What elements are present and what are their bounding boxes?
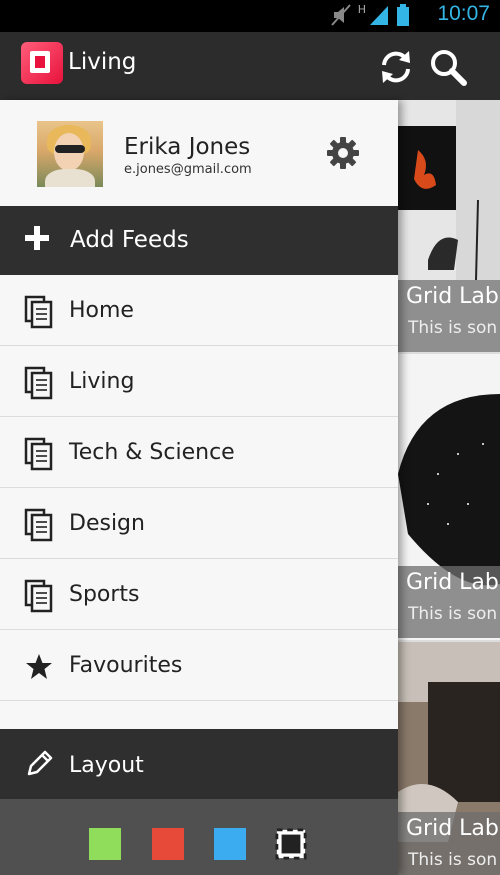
feed-card[interactable]: Grid Lab This is son [398, 354, 500, 640]
card-title: Grid Lab [406, 284, 499, 309]
plus-icon [25, 226, 49, 250]
drawer-item-design[interactable]: Design [0, 488, 398, 559]
feed-icon [24, 508, 53, 542]
feed-icon [24, 579, 53, 613]
swatch-green[interactable] [89, 828, 121, 860]
refresh-icon[interactable] [376, 47, 416, 87]
drawer-item-label: Home [69, 298, 134, 323]
drawer-item-label: Design [69, 511, 145, 536]
pencil-icon [27, 750, 53, 776]
feed-card[interactable]: Grid Lab This is son [398, 642, 500, 875]
card-subtitle: This is son [408, 318, 498, 338]
drawer-item-sports[interactable]: Sports [0, 559, 398, 630]
layout-label: Layout [69, 753, 144, 778]
profile-header[interactable]: Erika Jones e.jones@gmail.com [0, 100, 398, 206]
network-type-label: H [357, 3, 366, 16]
signal-icon [370, 6, 388, 25]
drawer-item-label: Tech & Science [69, 440, 235, 465]
profile-email: e.jones@gmail.com [124, 162, 252, 177]
navigation-drawer: Erika Jones e.jones@gmail.com Add Feeds [0, 100, 398, 875]
drawer-item-label: Sports [69, 582, 140, 607]
feed-list: Home Living Tech & Science Design Sports… [0, 275, 398, 701]
add-feeds-button[interactable]: Add Feeds [0, 206, 398, 275]
card-title: Grid Lab [406, 570, 499, 595]
app-bar: Living [0, 32, 500, 100]
drawer-item-favourites[interactable]: Favourites [0, 630, 398, 701]
battery-icon [397, 4, 409, 26]
feed-card[interactable]: Grid Lab This is son [398, 100, 500, 352]
drawer-item-home[interactable]: Home [0, 275, 398, 346]
card-subtitle: This is son [408, 604, 498, 624]
feed-icon [24, 366, 53, 400]
drawer-item-label: Favourites [69, 653, 183, 678]
search-icon[interactable] [428, 47, 468, 87]
feed-grid: Grid Lab This is son Grid Lab This is so… [398, 100, 500, 875]
star-icon [26, 654, 52, 679]
card-caption: Grid Lab This is son [398, 812, 500, 875]
gear-icon[interactable] [325, 135, 361, 171]
mute-icon [330, 4, 351, 26]
swatch-red[interactable] [152, 828, 184, 860]
profile-name: Erika Jones [124, 134, 251, 160]
card-caption: Grid Lab This is son [398, 566, 500, 638]
feed-icon [24, 295, 53, 329]
app-title: Living [68, 49, 137, 75]
feed-icon [24, 437, 53, 471]
card-caption: Grid Lab This is son [398, 280, 500, 352]
drawer-item-label: Living [69, 369, 135, 394]
drawer-item-tech-science[interactable]: Tech & Science [0, 417, 398, 488]
status-bar: H 10:07 [0, 0, 500, 32]
swatch-blue[interactable] [214, 828, 246, 860]
card-title: Grid Lab [406, 816, 499, 841]
drawer-item-living[interactable]: Living [0, 346, 398, 417]
card-subtitle: This is son [408, 850, 498, 870]
color-swatch-bar [0, 799, 398, 875]
app-logo-icon[interactable] [21, 42, 63, 84]
avatar[interactable] [37, 121, 103, 187]
add-feeds-label: Add Feeds [70, 227, 189, 253]
swatch-dark-selected[interactable] [275, 828, 307, 860]
status-icons: H [330, 3, 410, 27]
layout-button[interactable]: Layout [0, 729, 398, 799]
clock: 10:07 [437, 2, 490, 25]
